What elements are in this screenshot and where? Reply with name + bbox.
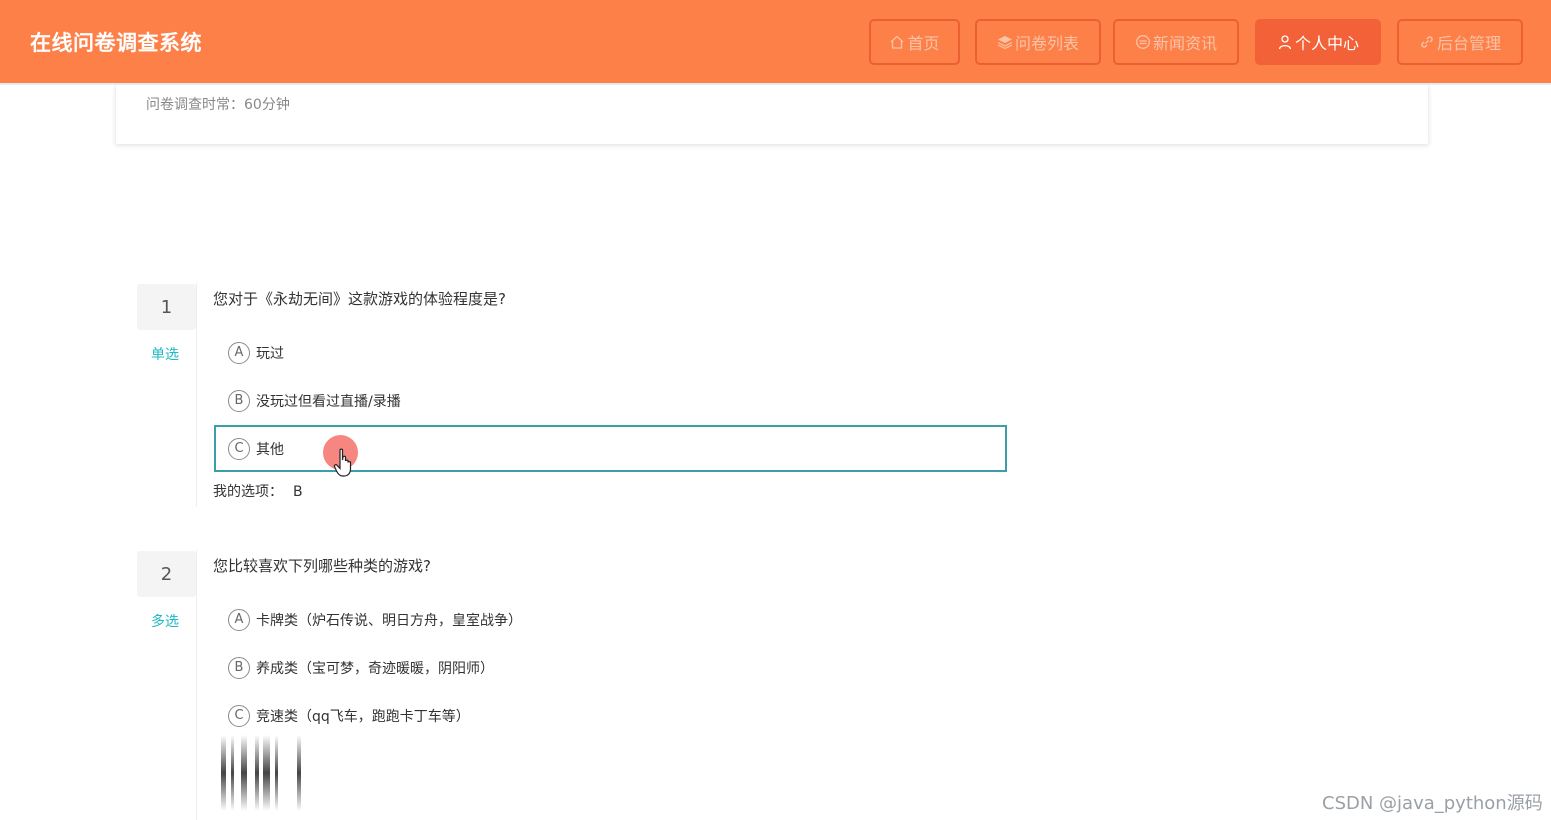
option-b[interactable]: B 没玩过但看过直播/录播 <box>214 377 1007 424</box>
survey-duration: 问卷调查时常：60分钟 <box>146 97 290 113</box>
option-letter-badge: B <box>228 389 250 412</box>
option-a[interactable]: A 卡牌类（炉石传说、明日方舟，皇室战争） <box>214 596 1007 643</box>
nav-admin-label: 后台管理 <box>1436 34 1501 53</box>
question-divider <box>196 283 197 507</box>
question-text: 您比较喜欢下列哪些种类的游戏? <box>213 557 431 575</box>
option-b[interactable]: B 养成类（宝可梦，奇迹暖暖，阴阳师） <box>214 644 1007 691</box>
layers-icon <box>997 34 1013 50</box>
option-letter-badge: A <box>228 608 250 631</box>
my-choice-label: 我的选项： <box>213 484 283 500</box>
news-icon <box>1135 34 1151 50</box>
question-divider <box>196 550 197 820</box>
nav-home-label: 首页 <box>907 34 940 53</box>
option-label: 竞速类（qq飞车，跑跑卡丁车等） <box>256 708 470 725</box>
option-letter-badge: C <box>228 437 250 460</box>
option-letter-badge: C <box>228 704 250 727</box>
option-label: 没玩过但看过直播/录播 <box>256 393 401 410</box>
nav-news-label: 新闻资讯 <box>1152 34 1217 53</box>
render-glitch <box>213 735 308 811</box>
nav-home-button[interactable]: 首页 <box>869 19 960 65</box>
option-letter-badge: A <box>228 341 250 364</box>
option-label: 卡牌类（炉石传说、明日方舟，皇室战争） <box>256 612 522 629</box>
nav-personal-center-label: 个人中心 <box>1294 34 1359 53</box>
nav-personal-center-button[interactable]: 个人中心 <box>1255 19 1381 65</box>
nav-survey-list-button[interactable]: 问卷列表 <box>975 19 1101 65</box>
my-choice: 我的选项： B <box>213 481 303 501</box>
top-navbar: 在线问卷调查系统 首页 问卷列表 新闻资讯 个人中心 后台管理 <box>0 0 1551 85</box>
home-icon <box>889 34 905 50</box>
question-type: 单选 <box>151 347 179 363</box>
option-letter-badge: B <box>228 656 250 679</box>
watermark: CSDN @java_python源码 <box>1322 793 1543 814</box>
option-label: 其他 <box>256 441 284 458</box>
hand-cursor-icon <box>333 448 352 477</box>
site-title: 在线问卷调查系统 <box>30 31 202 55</box>
my-choice-value: B <box>293 484 303 500</box>
user-icon <box>1277 34 1293 50</box>
nav-news-button[interactable]: 新闻资讯 <box>1113 19 1239 65</box>
option-a[interactable]: A 玩过 <box>214 329 1007 376</box>
option-c[interactable]: C 竞速类（qq飞车，跑跑卡丁车等） <box>214 692 1007 739</box>
question-type: 多选 <box>151 614 179 630</box>
question-number: 1 <box>137 284 196 330</box>
question-number: 2 <box>137 551 196 597</box>
question-text: 您对于《永劫无间》这款游戏的体验程度是? <box>213 290 506 308</box>
nav-admin-button[interactable]: 后台管理 <box>1397 19 1523 65</box>
link-icon <box>1419 34 1435 50</box>
option-label: 玩过 <box>256 345 284 362</box>
option-label: 养成类（宝可梦，奇迹暖暖，阴阳师） <box>256 660 494 677</box>
nav-survey-list-label: 问卷列表 <box>1014 34 1079 53</box>
survey-info-card: 问卷调查时常：60分钟 <box>115 85 1429 144</box>
